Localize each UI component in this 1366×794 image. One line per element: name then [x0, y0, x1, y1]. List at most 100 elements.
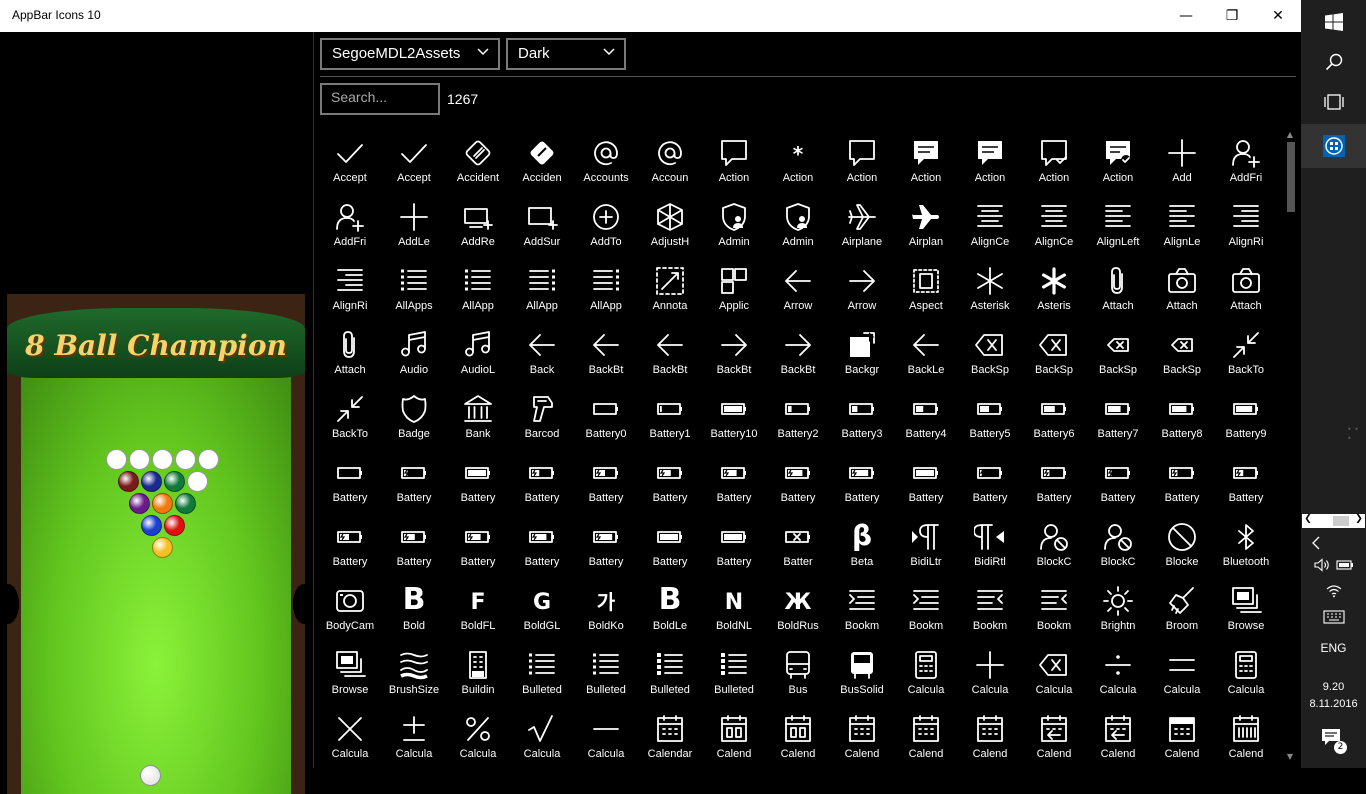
icon-tile[interactable]: AlignCe	[958, 196, 1022, 260]
network-button[interactable]	[1301, 578, 1366, 604]
icon-tile[interactable]: BrushSize	[382, 644, 446, 708]
icon-tile[interactable]: Accident	[446, 132, 510, 196]
icon-tile[interactable]: AllApp	[574, 260, 638, 324]
icon-tile[interactable]: Battery	[1150, 452, 1214, 516]
icon-tile[interactable]: Battery	[446, 516, 510, 580]
icon-tile[interactable]: Calcula	[894, 644, 958, 708]
icon-tile[interactable]: Backgr	[830, 324, 894, 388]
icon-tile[interactable]: Blocke	[1150, 516, 1214, 580]
icon-tile[interactable]: Battery	[638, 452, 702, 516]
icon-tile[interactable]: Arrow	[830, 260, 894, 324]
icon-tile[interactable]: BusSolid	[830, 644, 894, 708]
icon-tile[interactable]: Battery8	[1150, 388, 1214, 452]
icon-tile[interactable]: AlignRi	[1214, 196, 1278, 260]
icon-tile[interactable]: AddLe	[382, 196, 446, 260]
icon-tile[interactable]: Calend	[830, 708, 894, 772]
icon-tile[interactable]: Battery2	[766, 388, 830, 452]
icon-tile[interactable]: Action	[894, 132, 958, 196]
icon-tile[interactable]: Bluetooth	[1214, 516, 1278, 580]
taskbar-scroll-thumb[interactable]	[1333, 516, 1349, 526]
scroll-thumb[interactable]	[1287, 142, 1295, 212]
icon-tile[interactable]: Battery3	[830, 388, 894, 452]
icon-tile[interactable]: Battery	[1086, 452, 1150, 516]
icon-tile[interactable]: AlignRi	[318, 260, 382, 324]
icon-tile[interactable]: Battery9	[1214, 388, 1278, 452]
icon-tile[interactable]: B BoldLe	[638, 580, 702, 644]
icon-tile[interactable]: Battery	[318, 452, 382, 516]
icon-tile[interactable]: AllApp	[510, 260, 574, 324]
icon-tile[interactable]: BackSp	[1022, 324, 1086, 388]
search-button[interactable]	[1301, 40, 1366, 84]
icon-tile[interactable]: BodyCam	[318, 580, 382, 644]
icon-tile[interactable]: Bus	[766, 644, 830, 708]
icon-tile[interactable]: Accept	[318, 132, 382, 196]
icon-tile[interactable]: Calcula	[318, 708, 382, 772]
icon-tile[interactable]: N BoldNL	[702, 580, 766, 644]
icon-tile[interactable]: AddFri	[1214, 132, 1278, 196]
touch-keyboard-button[interactable]	[1301, 604, 1366, 630]
icon-tile[interactable]: Accept	[382, 132, 446, 196]
icon-tile[interactable]: Battery	[574, 516, 638, 580]
icon-tile[interactable]: AllApps	[382, 260, 446, 324]
icon-tile[interactable]: BackSp	[1086, 324, 1150, 388]
icon-tile[interactable]: BackSp	[1150, 324, 1214, 388]
close-button[interactable]: ✕	[1255, 0, 1301, 32]
icon-tile[interactable]: AddFri	[318, 196, 382, 260]
icon-tile[interactable]: * Action	[766, 132, 830, 196]
icon-tile[interactable]: Accounts	[574, 132, 638, 196]
icon-tile[interactable]: Browse	[1214, 580, 1278, 644]
icon-tile[interactable]: Battery	[446, 452, 510, 516]
icon-tile[interactable]: AlignCe	[1022, 196, 1086, 260]
action-center-button[interactable]: 2	[1321, 728, 1347, 754]
icon-tile[interactable]: B Bold	[382, 580, 446, 644]
icon-tile[interactable]: Battery6	[1022, 388, 1086, 452]
icon-tile[interactable]: Battery	[510, 452, 574, 516]
grid-scrollbar[interactable]: ▲ ▼	[1284, 130, 1296, 762]
icon-tile[interactable]: Battery1	[638, 388, 702, 452]
chevron-left-icon[interactable]: ❮	[1302, 514, 1314, 528]
icon-tile[interactable]: BlockC	[1022, 516, 1086, 580]
icon-tile[interactable]: BackTo	[318, 388, 382, 452]
icon-tile[interactable]: Add	[1150, 132, 1214, 196]
clock-time[interactable]: 9.20	[1301, 681, 1366, 693]
icon-tile[interactable]: Battery	[382, 516, 446, 580]
icon-tile[interactable]: Broom	[1150, 580, 1214, 644]
icon-tile[interactable]: Battery5	[958, 388, 1022, 452]
icon-tile[interactable]: BackSp	[958, 324, 1022, 388]
icon-tile[interactable]: Bank	[446, 388, 510, 452]
icon-tile[interactable]: Battery4	[894, 388, 958, 452]
icon-tile[interactable]: Battery7	[1086, 388, 1150, 452]
icon-tile[interactable]: Bulleted	[638, 644, 702, 708]
icon-tile[interactable]: BackTo	[1214, 324, 1278, 388]
icon-tile[interactable]: Action	[702, 132, 766, 196]
icon-tile[interactable]: Calend	[1086, 708, 1150, 772]
icon-tile[interactable]: Battery	[958, 452, 1022, 516]
icon-tile[interactable]: BlockC	[1086, 516, 1150, 580]
maximize-button[interactable]: ❐	[1209, 0, 1255, 32]
icon-tile[interactable]: Attach	[318, 324, 382, 388]
icon-tile[interactable]: Batter	[766, 516, 830, 580]
icon-tile[interactable]: AlignLeft	[1086, 196, 1150, 260]
language-indicator[interactable]: ENG	[1301, 641, 1366, 655]
scroll-down-arrow[interactable]: ▼	[1284, 752, 1296, 762]
icon-tile[interactable]: Bookm	[1022, 580, 1086, 644]
icon-tile[interactable]: Action	[1022, 132, 1086, 196]
icon-tile[interactable]: BackBt	[702, 324, 766, 388]
icon-tile[interactable]: β Beta	[830, 516, 894, 580]
icon-tile[interactable]: Badge	[382, 388, 446, 452]
icon-tile[interactable]: Calcula	[574, 708, 638, 772]
taskbar-app-appbar-icons[interactable]	[1301, 124, 1366, 168]
start-button[interactable]	[1301, 0, 1366, 44]
icon-tile[interactable]: Battery	[1022, 452, 1086, 516]
icon-tile[interactable]: Brightn	[1086, 580, 1150, 644]
icon-tile[interactable]: Annota	[638, 260, 702, 324]
icon-tile[interactable]: Accoun	[638, 132, 702, 196]
icon-tile[interactable]: Battery	[574, 452, 638, 516]
icon-tile[interactable]: Battery	[382, 452, 446, 516]
icon-tile[interactable]: Battery	[638, 516, 702, 580]
icon-tile[interactable]: Barcod	[510, 388, 574, 452]
icon-tile[interactable]: Bookm	[830, 580, 894, 644]
icon-tile[interactable]: Battery	[702, 452, 766, 516]
icon-tile[interactable]: Airplane	[830, 196, 894, 260]
icon-tile[interactable]: Battery	[318, 516, 382, 580]
